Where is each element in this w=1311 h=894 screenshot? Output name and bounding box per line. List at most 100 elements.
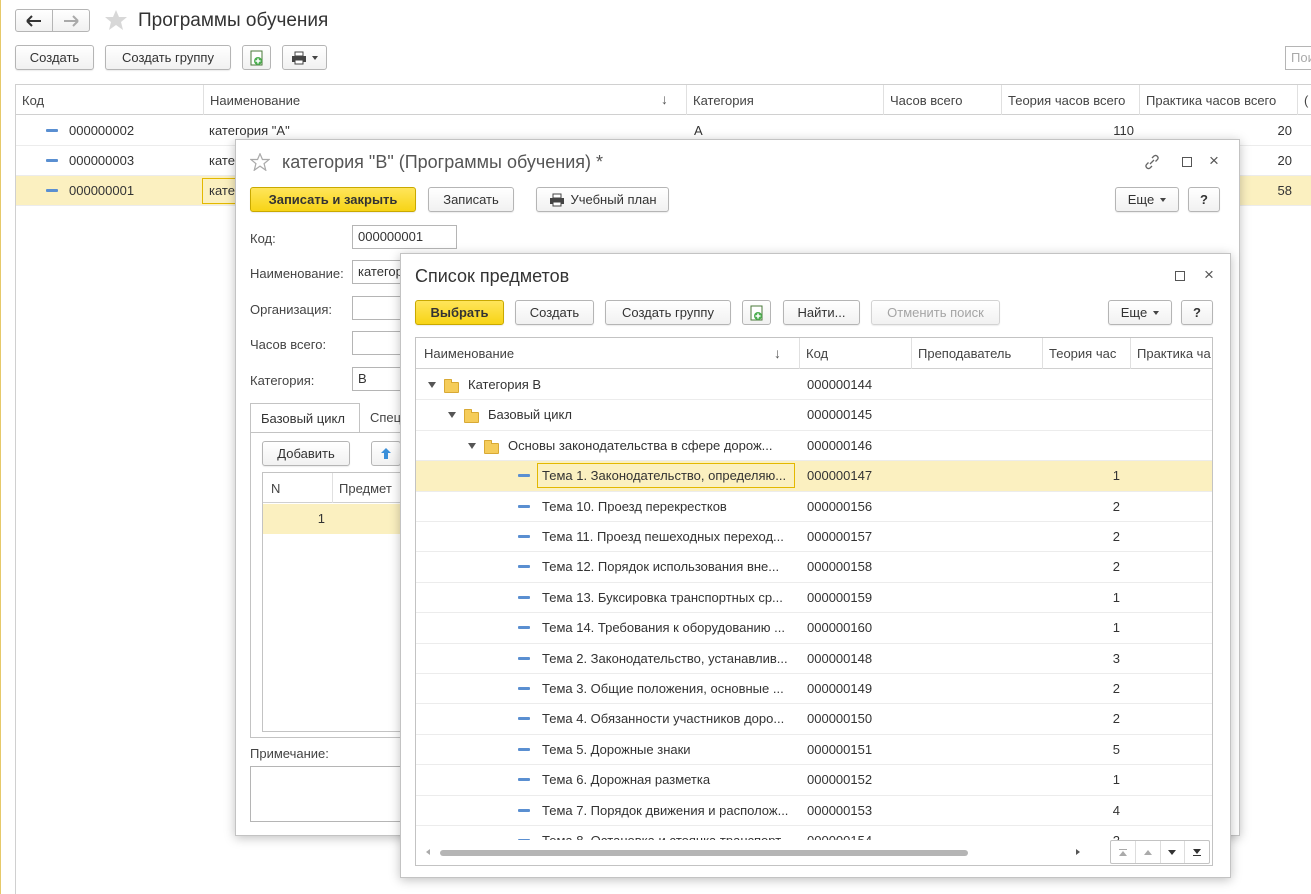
note-field[interactable] xyxy=(250,766,410,822)
tree-row[interactable]: Базовый цикл 000000145 xyxy=(416,400,1212,431)
row-theory: 1 xyxy=(1112,468,1120,484)
tree-row[interactable]: Тема 12. Порядок использования вне... 000… xyxy=(416,552,1212,583)
create-button[interactable]: Создать xyxy=(515,300,594,325)
row-theory: 1 xyxy=(1112,620,1120,636)
printer-icon xyxy=(549,193,564,206)
create-group-button[interactable]: Создать группу xyxy=(605,300,731,325)
create-group-button[interactable]: Создать группу xyxy=(105,45,231,70)
link-icon[interactable] xyxy=(1144,154,1160,170)
close-icon[interactable]: × xyxy=(1204,265,1214,285)
expand-toggle-icon[interactable] xyxy=(448,412,456,419)
row-name: Тема 4. Обязанности участников доро... xyxy=(542,711,785,727)
close-icon[interactable]: × xyxy=(1209,151,1219,171)
scroll-up-button[interactable] xyxy=(1136,841,1161,863)
maximize-icon[interactable] xyxy=(1182,157,1192,167)
scroll-bottom-button[interactable] xyxy=(1185,841,1209,863)
study-plan-button[interactable]: Учебный план xyxy=(536,187,669,212)
create-button[interactable]: Создать xyxy=(15,45,94,70)
col-practice[interactable]: Практика ча xyxy=(1131,338,1212,369)
col-extra[interactable]: ( xyxy=(1298,85,1311,115)
col-code[interactable]: Код xyxy=(800,338,912,369)
move-up-button[interactable] xyxy=(371,441,401,466)
nav-buttons xyxy=(1110,840,1210,864)
expand-toggle-icon[interactable] xyxy=(468,442,476,449)
scroll-right-icon[interactable] xyxy=(1076,849,1080,855)
col-hours-total[interactable]: Часов всего xyxy=(884,85,1002,115)
row-code: 000000160 xyxy=(807,620,873,636)
scroll-top-button[interactable] xyxy=(1111,841,1136,863)
more-button[interactable]: Еще xyxy=(1108,300,1172,325)
subjects-title: Список предметов xyxy=(415,266,570,286)
col-theory-total[interactable]: Теория часов всего xyxy=(1002,85,1140,115)
tree-row[interactable]: Основы законодательства в сфере дорож...… xyxy=(416,431,1212,462)
row-n: 1 xyxy=(317,511,325,526)
back-button[interactable] xyxy=(15,9,53,32)
favorite-star-outline-icon[interactable] xyxy=(250,153,270,171)
save-button[interactable]: Записать xyxy=(428,187,514,212)
col-theory[interactable]: Теория час xyxy=(1043,338,1131,369)
tree-row[interactable]: Тема 4. Обязанности участников доро... 00… xyxy=(416,704,1212,735)
add-row-button[interactable]: Добавить xyxy=(262,441,350,466)
col-name[interactable]: Наименование xyxy=(204,85,687,115)
row-code: 000000147 xyxy=(807,468,873,484)
tree-row[interactable]: Тема 11. Проезд пешеходных переход... 000… xyxy=(416,522,1212,553)
item-marker-icon xyxy=(46,189,58,192)
forward-button[interactable] xyxy=(52,9,90,32)
tree-row-selected[interactable]: Тема 1. Законодательство, определяю... 00… xyxy=(416,461,1212,492)
tree-row[interactable]: Тема 10. Проезд перекрестков 000000156 2 xyxy=(416,492,1212,522)
last-page-icon xyxy=(1193,854,1202,856)
row-theory: 5 xyxy=(1112,741,1120,757)
col-practice-total[interactable]: Практика часов всего xyxy=(1140,85,1298,115)
copy-button[interactable] xyxy=(242,45,271,70)
more-button[interactable]: Еще xyxy=(1115,187,1179,212)
search-input[interactable]: Пои xyxy=(1285,46,1311,70)
row-name: Тема 1. Законодательство, определяю... xyxy=(542,468,787,484)
row-name: кате xyxy=(209,183,235,198)
scrollbar-thumb[interactable] xyxy=(440,850,968,856)
row-practice: 58 xyxy=(1277,183,1292,198)
col-code[interactable]: Код xyxy=(16,85,204,115)
row-theory: 1 xyxy=(1112,589,1120,605)
item-marker-icon xyxy=(46,129,58,132)
item-marker-icon xyxy=(518,656,530,660)
maximize-icon[interactable] xyxy=(1175,271,1185,281)
table-row-selected[interactable]: 1 xyxy=(263,504,413,534)
tree-row[interactable]: Тема 14. Требования к оборудованию ... 00… xyxy=(416,613,1212,644)
horizontal-scrollbar[interactable] xyxy=(416,843,1106,863)
tab-basic-cycle[interactable]: Базовый цикл xyxy=(250,403,360,433)
folder-icon xyxy=(464,409,479,424)
select-button[interactable]: Выбрать xyxy=(415,300,504,325)
cancel-search-button[interactable]: Отменить поиск xyxy=(871,300,1000,325)
name-label: Наименование: xyxy=(250,266,344,281)
tree-row[interactable]: Тема 7. Порядок движения и располож... 00… xyxy=(416,796,1212,826)
expand-toggle-icon[interactable] xyxy=(428,382,436,388)
tree-row[interactable]: Тема 5. Дорожные знаки 000000151 5 xyxy=(416,735,1212,766)
save-and-close-button[interactable]: Записать и закрыть xyxy=(250,187,416,212)
tree-row[interactable]: Тема 13. Буксировка транспортных ср... 00… xyxy=(416,583,1212,614)
favorite-star-icon[interactable] xyxy=(104,9,128,31)
copy-button[interactable] xyxy=(742,300,771,325)
row-code: 000000151 xyxy=(807,741,873,757)
help-button[interactable]: ? xyxy=(1181,300,1213,325)
scroll-down-button[interactable] xyxy=(1161,841,1186,863)
category-label: Категория: xyxy=(250,373,315,388)
col-category[interactable]: Категория xyxy=(687,85,884,115)
row-code: 000000003 xyxy=(69,153,135,168)
sort-desc-icon: ↓ xyxy=(661,91,668,107)
code-field[interactable]: 000000001 xyxy=(352,225,457,249)
scroll-left-icon[interactable] xyxy=(426,849,430,855)
find-button[interactable]: Найти... xyxy=(783,300,860,325)
tree-row[interactable]: Тема 2. Законодательство, устанавлив... 0… xyxy=(416,644,1212,674)
col-name[interactable]: Наименование xyxy=(416,338,800,369)
col-n[interactable]: N xyxy=(263,473,333,503)
tree-row[interactable]: Тема 3. Общие положения, основные ... 000… xyxy=(416,674,1212,705)
print-menu-button[interactable] xyxy=(282,45,327,70)
col-teacher[interactable]: Преподаватель xyxy=(912,338,1043,369)
tree-row[interactable]: Тема 6. Дорожная разметка 000000152 1 xyxy=(416,765,1212,796)
help-button[interactable]: ? xyxy=(1188,187,1220,212)
subjects-table: Наименование ↓ Код Преподаватель Теория … xyxy=(415,337,1213,866)
tree-row[interactable]: Категория В 000000144 xyxy=(416,370,1212,401)
row-theory: 2 xyxy=(1112,529,1120,544)
chevron-down-icon xyxy=(1160,197,1167,202)
tree-row[interactable]: Тема 8. Остановка и стоянка транспорт 000… xyxy=(416,826,1212,840)
